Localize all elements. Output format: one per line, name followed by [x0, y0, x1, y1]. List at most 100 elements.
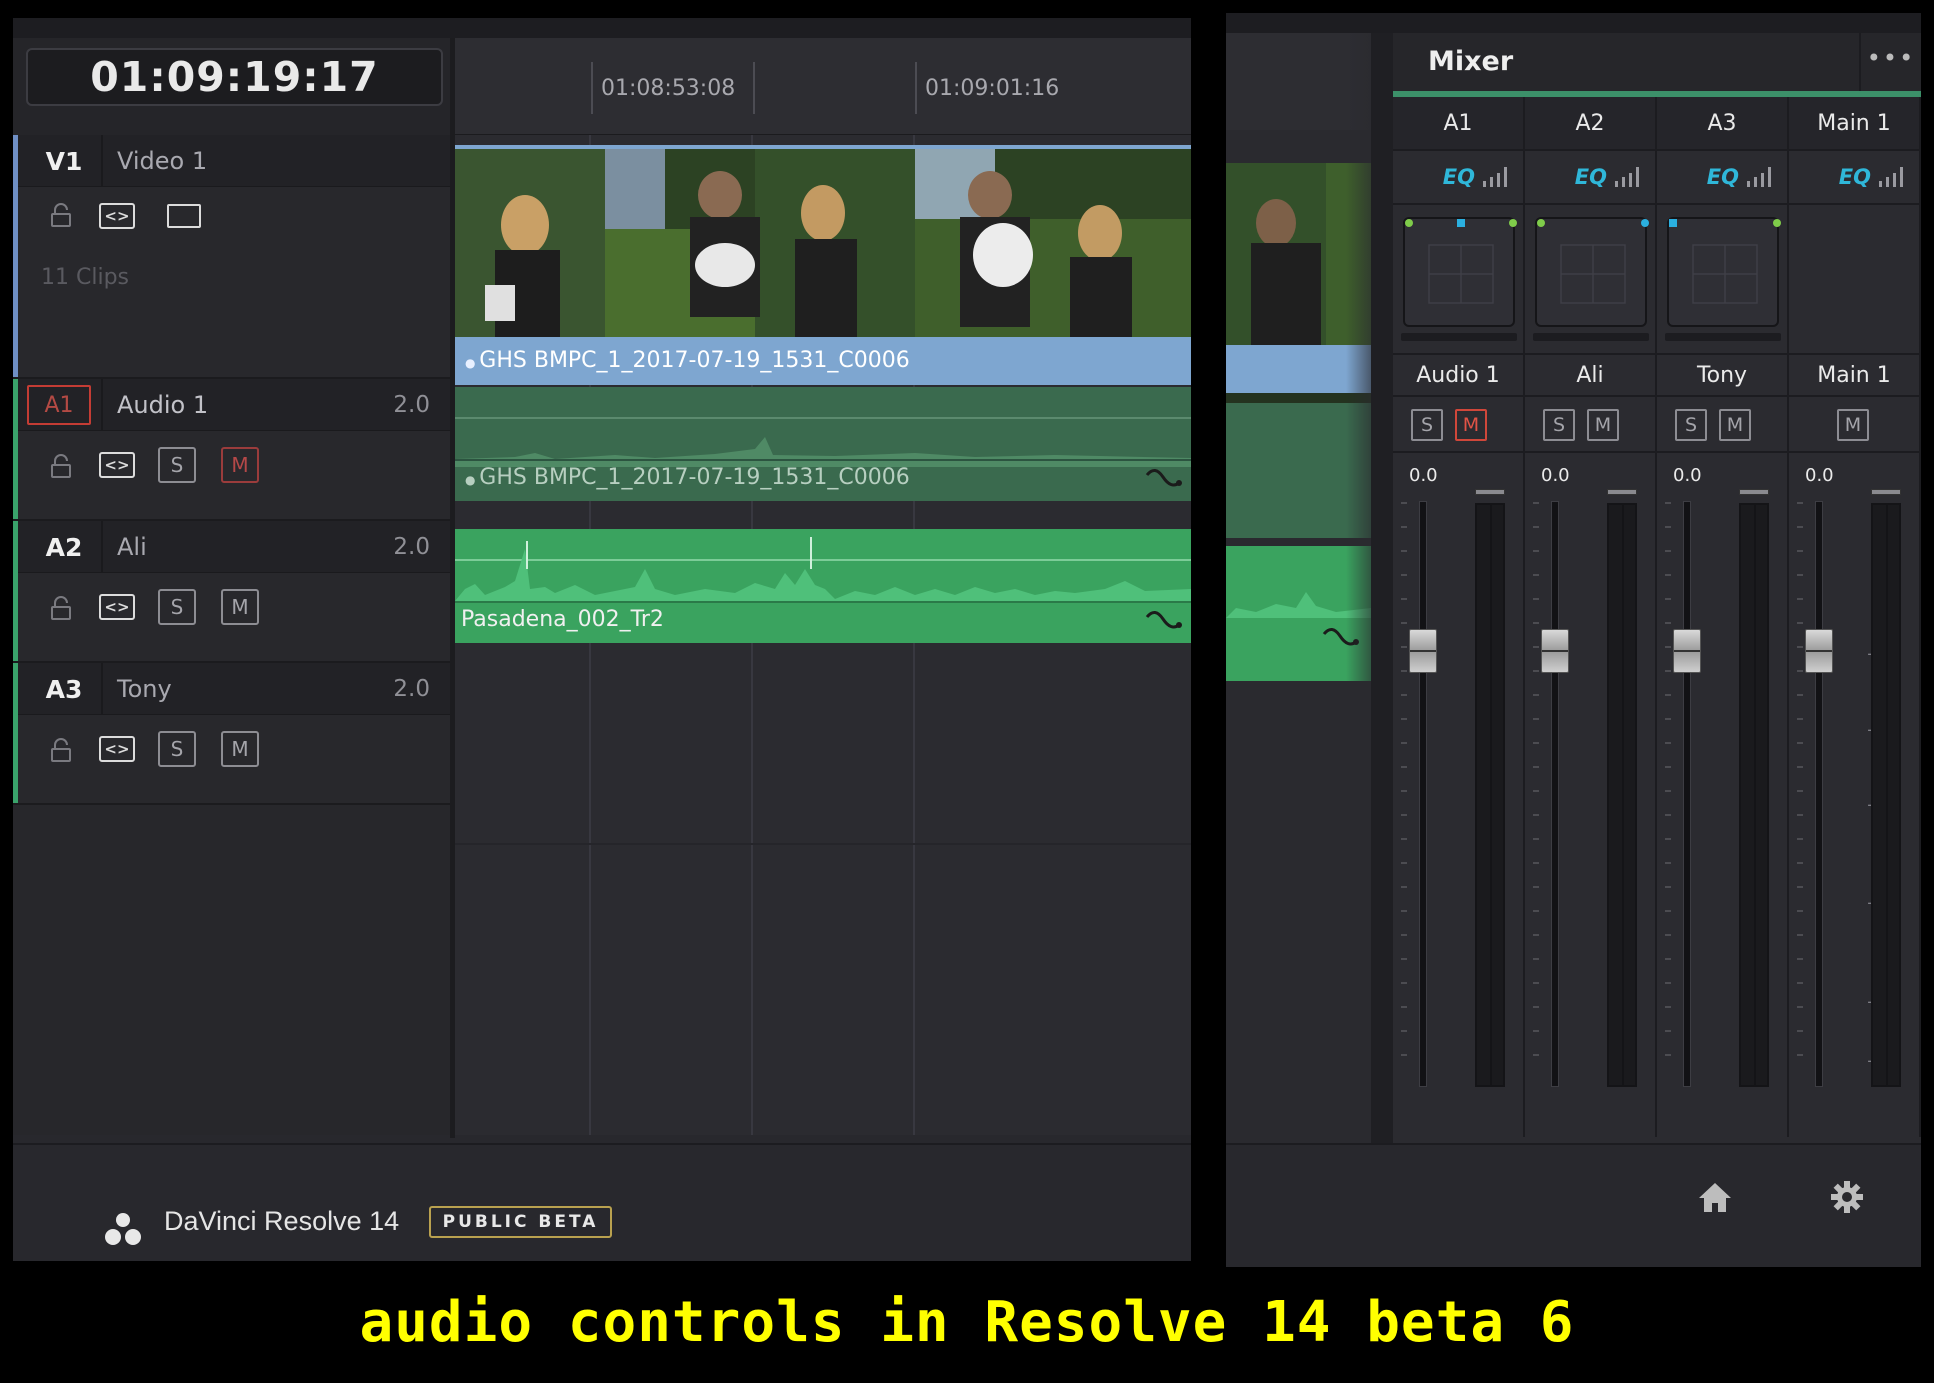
video-clip-label[interactable]: ● GHS BMPC_1_2017-07-19_1531_C0006 — [455, 337, 1191, 385]
eq-section[interactable]: EQ — [1657, 151, 1787, 205]
eq-section[interactable]: EQ — [1393, 151, 1523, 205]
mixer-options-menu[interactable]: ••• — [1859, 33, 1921, 91]
timeline-window: 01:09:19:17 01:08:53:08 01:09:01:16 V1 V… — [13, 18, 1191, 1261]
mixer-strip: A2EQAliSM0.00-5-10-15-20-30-40-50 — [1525, 97, 1657, 1137]
fader-knob[interactable] — [1673, 629, 1701, 673]
auto-track-select-icon[interactable]: <> — [99, 736, 135, 762]
track-code[interactable]: V1 — [27, 135, 101, 187]
timeline-ruler[interactable]: 01:08:53:08 01:09:01:16 — [455, 38, 1191, 135]
video-enable-icon[interactable] — [167, 204, 201, 228]
fader-track[interactable] — [1815, 501, 1823, 1087]
app-name: DaVinci Resolve 14 — [164, 1206, 400, 1236]
audio-clip-a1-label: ● GHS BMPC_1_2017-07-19_1531_C0006 — [465, 465, 910, 490]
track-header-a1: A1 Audio 1 2.0 <> S M — [13, 379, 450, 521]
meter-peak-cap — [1607, 489, 1637, 495]
video-clip-name: GHS BMPC_1_2017-07-19_1531_C0006 — [479, 348, 910, 373]
gain-readout[interactable]: 0.0 — [1805, 465, 1834, 486]
pan-grid — [1669, 219, 1781, 304]
mute-button[interactable]: M — [1455, 409, 1487, 441]
eq-section[interactable]: EQ — [1525, 151, 1655, 205]
fader-area: 0.00-5-10-15-20-30-40-50 — [1657, 453, 1787, 1113]
solo-button[interactable]: S — [1543, 409, 1575, 441]
mixer-strip: A3EQTonySM0.00-5-10-15-20-30-40-50 — [1657, 97, 1789, 1137]
mute-button[interactable]: M — [1837, 409, 1869, 441]
timeline-scrollbar[interactable] — [1371, 33, 1393, 1163]
mute-button[interactable]: M — [221, 447, 259, 483]
fader-track[interactable] — [1683, 501, 1691, 1087]
pan-grid — [1405, 219, 1517, 304]
clips-count: 11 Clips — [41, 265, 129, 290]
fader-knob[interactable] — [1409, 629, 1437, 673]
solo-button[interactable]: S — [158, 731, 196, 767]
pan-control[interactable] — [1667, 217, 1781, 327]
solo-button[interactable]: S — [158, 589, 196, 625]
track-name[interactable]: Ali — [117, 521, 147, 573]
pan-section[interactable] — [1657, 205, 1787, 355]
solo-mute-section: SM — [1525, 397, 1655, 453]
solo-button[interactable]: S — [158, 447, 196, 483]
audio-clip-a1[interactable]: ● GHS BMPC_1_2017-07-19_1531_C0006 — [455, 387, 1191, 501]
strip-header: Main 1 — [1789, 97, 1919, 151]
solo-mute-section: SM — [1657, 397, 1787, 453]
mute-button[interactable]: M — [1719, 409, 1751, 441]
caption: audio controls in Resolve 14 beta 6 — [359, 1290, 1575, 1355]
eq-bars-icon — [1879, 167, 1903, 187]
strip-name: Audio 1 — [1393, 355, 1523, 397]
eq-label[interactable]: EQ — [1707, 165, 1739, 189]
auto-track-select-icon[interactable]: <> — [99, 203, 135, 229]
eq-label[interactable]: EQ — [1443, 165, 1475, 189]
gear-icon[interactable] — [1830, 1180, 1864, 1214]
track-name[interactable]: Audio 1 — [117, 379, 208, 431]
track-code[interactable]: A2 — [27, 521, 101, 573]
gain-readout[interactable]: 0.0 — [1409, 465, 1438, 486]
mixer-panel: Mixer ••• A1EQAudio 1SM0.00-5-10-15-20-3… — [1393, 33, 1921, 1163]
eq-label[interactable]: EQ — [1839, 165, 1871, 189]
pan-section[interactable] — [1393, 205, 1523, 355]
lock-icon[interactable] — [47, 452, 75, 480]
mute-button[interactable]: M — [1587, 409, 1619, 441]
meter-divider — [1754, 505, 1756, 1085]
strip-name: Tony — [1657, 355, 1787, 397]
fader-knob[interactable] — [1805, 629, 1833, 673]
fader-area: 0.00-5-10-15-20-30-40-50 — [1393, 453, 1523, 1113]
track-name[interactable]: Video 1 — [117, 135, 207, 187]
lock-icon[interactable] — [47, 201, 75, 229]
mute-button[interactable]: M — [221, 589, 259, 625]
strip-header: A1 — [1393, 97, 1523, 151]
ruler-label: 01:09:01:16 — [925, 76, 1060, 101]
solo-button[interactable]: S — [1675, 409, 1707, 441]
video-clip[interactable]: ● GHS BMPC_1_2017-07-19_1531_C0006 — [455, 145, 1191, 385]
pan-section — [1789, 205, 1919, 355]
track-code[interactable]: A1 — [27, 385, 91, 425]
pan-section[interactable] — [1525, 205, 1655, 355]
track-channels: 2.0 — [393, 534, 430, 560]
fader-knob[interactable] — [1541, 629, 1569, 673]
timecode-display[interactable]: 01:09:19:17 — [26, 48, 443, 106]
eq-section[interactable]: EQ — [1789, 151, 1919, 205]
level-meter — [1739, 503, 1769, 1087]
auto-track-select-icon[interactable]: <> — [99, 452, 135, 478]
eq-label[interactable]: EQ — [1575, 165, 1607, 189]
pan-control[interactable] — [1535, 217, 1649, 327]
audio-clip-a2[interactable]: Pasadena_002_Tr2 — [455, 529, 1191, 643]
home-icon[interactable] — [1697, 1180, 1733, 1214]
lock-icon[interactable] — [47, 594, 75, 622]
solo-button[interactable]: S — [1411, 409, 1443, 441]
track-title-separator — [101, 521, 103, 573]
waveform-curve-icon[interactable] — [1145, 607, 1185, 635]
timeline-tracks-area[interactable]: ● GHS BMPC_1_2017-07-19_1531_C0006 ● GHS… — [455, 135, 1191, 1135]
mute-button[interactable]: M — [221, 731, 259, 767]
ruler-label: 01:08:53:08 — [601, 76, 736, 101]
gain-readout[interactable]: 0.0 — [1541, 465, 1570, 486]
gain-readout[interactable]: 0.0 — [1673, 465, 1702, 486]
track-code[interactable]: A3 — [27, 663, 101, 715]
fader-track[interactable] — [1419, 501, 1427, 1087]
pan-control[interactable] — [1403, 217, 1517, 327]
track-name[interactable]: Tony — [117, 663, 172, 715]
level-meter — [1871, 503, 1901, 1087]
waveform-curve-icon[interactable] — [1145, 465, 1185, 493]
lock-icon[interactable] — [47, 736, 75, 764]
auto-track-select-icon[interactable]: <> — [99, 594, 135, 620]
eq-bars-icon — [1483, 167, 1507, 187]
fader-track[interactable] — [1551, 501, 1559, 1087]
